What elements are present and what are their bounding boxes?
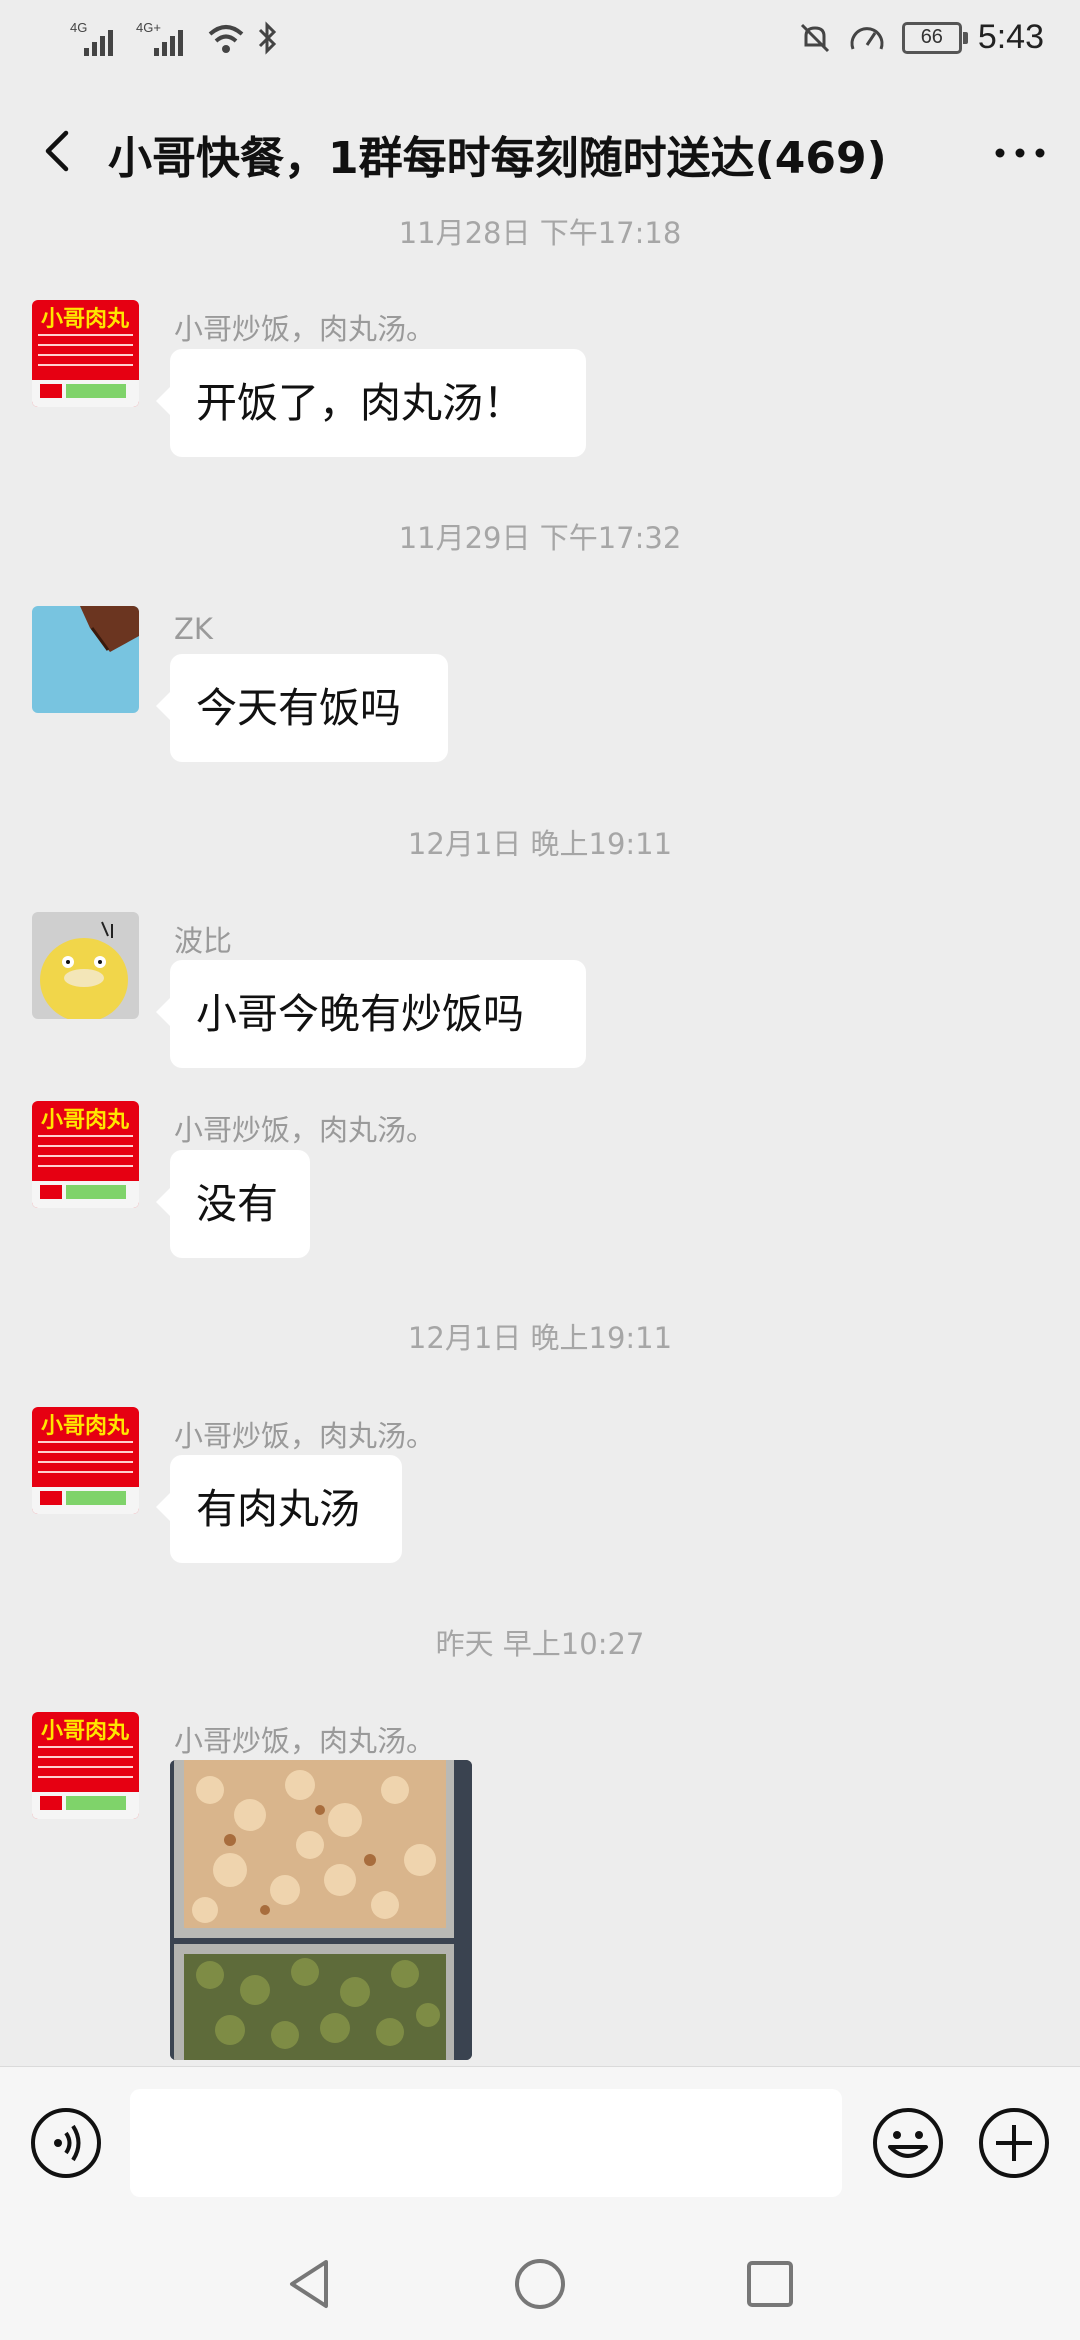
avatar[interactable]: 小哥肉丸 <box>32 300 139 407</box>
timestamp: 11月29日 下午17:32 <box>398 521 682 555</box>
status-left: 4G 4G+ <box>70 18 278 58</box>
plus-icon[interactable] <box>976 2105 1052 2181</box>
sender-name: 小哥炒饭，肉丸汤。 <box>174 312 436 346</box>
message-bubble[interactable]: 没有 <box>156 1150 310 1258</box>
emoji-icon[interactable] <box>870 2105 946 2181</box>
bluetooth-icon <box>258 21 277 55</box>
sender-name: 小哥炒饭，肉丸汤。 <box>174 1419 436 1453</box>
nav-recent-icon[interactable] <box>740 2254 800 2314</box>
message-bubble[interactable]: 开饭了，肉丸汤！ <box>156 349 586 457</box>
svg-text:小哥肉丸: 小哥肉丸 <box>41 307 130 332</box>
timestamp: 12月1日 晚上19:11 <box>407 1321 673 1355</box>
sender-name: 小哥炒饭，肉丸汤。 <box>174 1724 436 1758</box>
nav-back-icon[interactable] <box>280 2254 340 2314</box>
message-input[interactable] <box>130 2089 842 2197</box>
mute-bell-icon <box>800 23 829 52</box>
sender-name: ZK <box>174 612 213 646</box>
food-photo[interactable] <box>170 1760 472 2060</box>
status-bar: 4G 4G+ 66 5:43 <box>0 0 1080 88</box>
avatar[interactable]: 小哥肉丸 <box>32 1407 139 1514</box>
system-nav-bar <box>0 2218 1080 2340</box>
voice-icon[interactable] <box>28 2105 104 2181</box>
wifi-icon <box>208 25 244 53</box>
timestamp: 11月28日 下午17:18 <box>398 218 682 250</box>
sender-name: 小哥炒饭，肉丸汤。 <box>174 1113 436 1147</box>
avatar[interactable] <box>32 606 139 713</box>
nav-home-icon[interactable] <box>510 2254 570 2314</box>
signal-4g-icon: 4G <box>70 20 113 56</box>
page-title: 小哥快餐，1群每时每刻随时送达(469) <box>108 133 887 184</box>
svg-text:4G+: 4G+ <box>136 20 161 35</box>
message-bubble[interactable]: 有肉丸汤 <box>156 1455 402 1563</box>
speed-gauge-icon <box>850 26 884 50</box>
svg-text:小哥肉丸: 小哥肉丸 <box>41 1414 130 1439</box>
status-right: 66 5:43 <box>798 18 1044 57</box>
avatar[interactable] <box>32 912 139 1019</box>
status-time: 5:43 <box>977 18 1044 56</box>
sender-name: 波比 <box>174 924 233 958</box>
chat-input-bar <box>0 2066 1080 2219</box>
chat-header: 小哥快餐，1群每时每刻随时送达(469) <box>0 88 1080 218</box>
battery-indicator: 66 <box>901 21 968 54</box>
svg-text:小哥肉丸: 小哥肉丸 <box>41 1108 130 1133</box>
back-arrow-icon[interactable] <box>30 121 90 181</box>
timestamp: 12月1日 晚上19:11 <box>407 827 673 861</box>
svg-text:小哥肉丸: 小哥肉丸 <box>41 1719 130 1744</box>
avatar[interactable]: 小哥肉丸 <box>32 1712 139 1819</box>
message-bubble[interactable]: 小哥今晚有炒饭吗 <box>156 960 586 1068</box>
signal-4g-plus-icon: 4G+ <box>136 20 183 56</box>
message-bubble[interactable]: 今天有饭吗 <box>156 654 448 762</box>
timestamp: 昨天 早上10:27 <box>435 1627 645 1661</box>
chat-message-list[interactable]: 11月28日 下午17:18 小哥肉丸 小哥炒饭，肉丸汤。 开饭了，肉丸汤！ 1… <box>0 218 1080 2066</box>
avatar[interactable]: 小哥肉丸 <box>32 1101 139 1208</box>
more-options-icon[interactable] <box>990 128 1050 178</box>
svg-text:4G: 4G <box>70 20 87 35</box>
